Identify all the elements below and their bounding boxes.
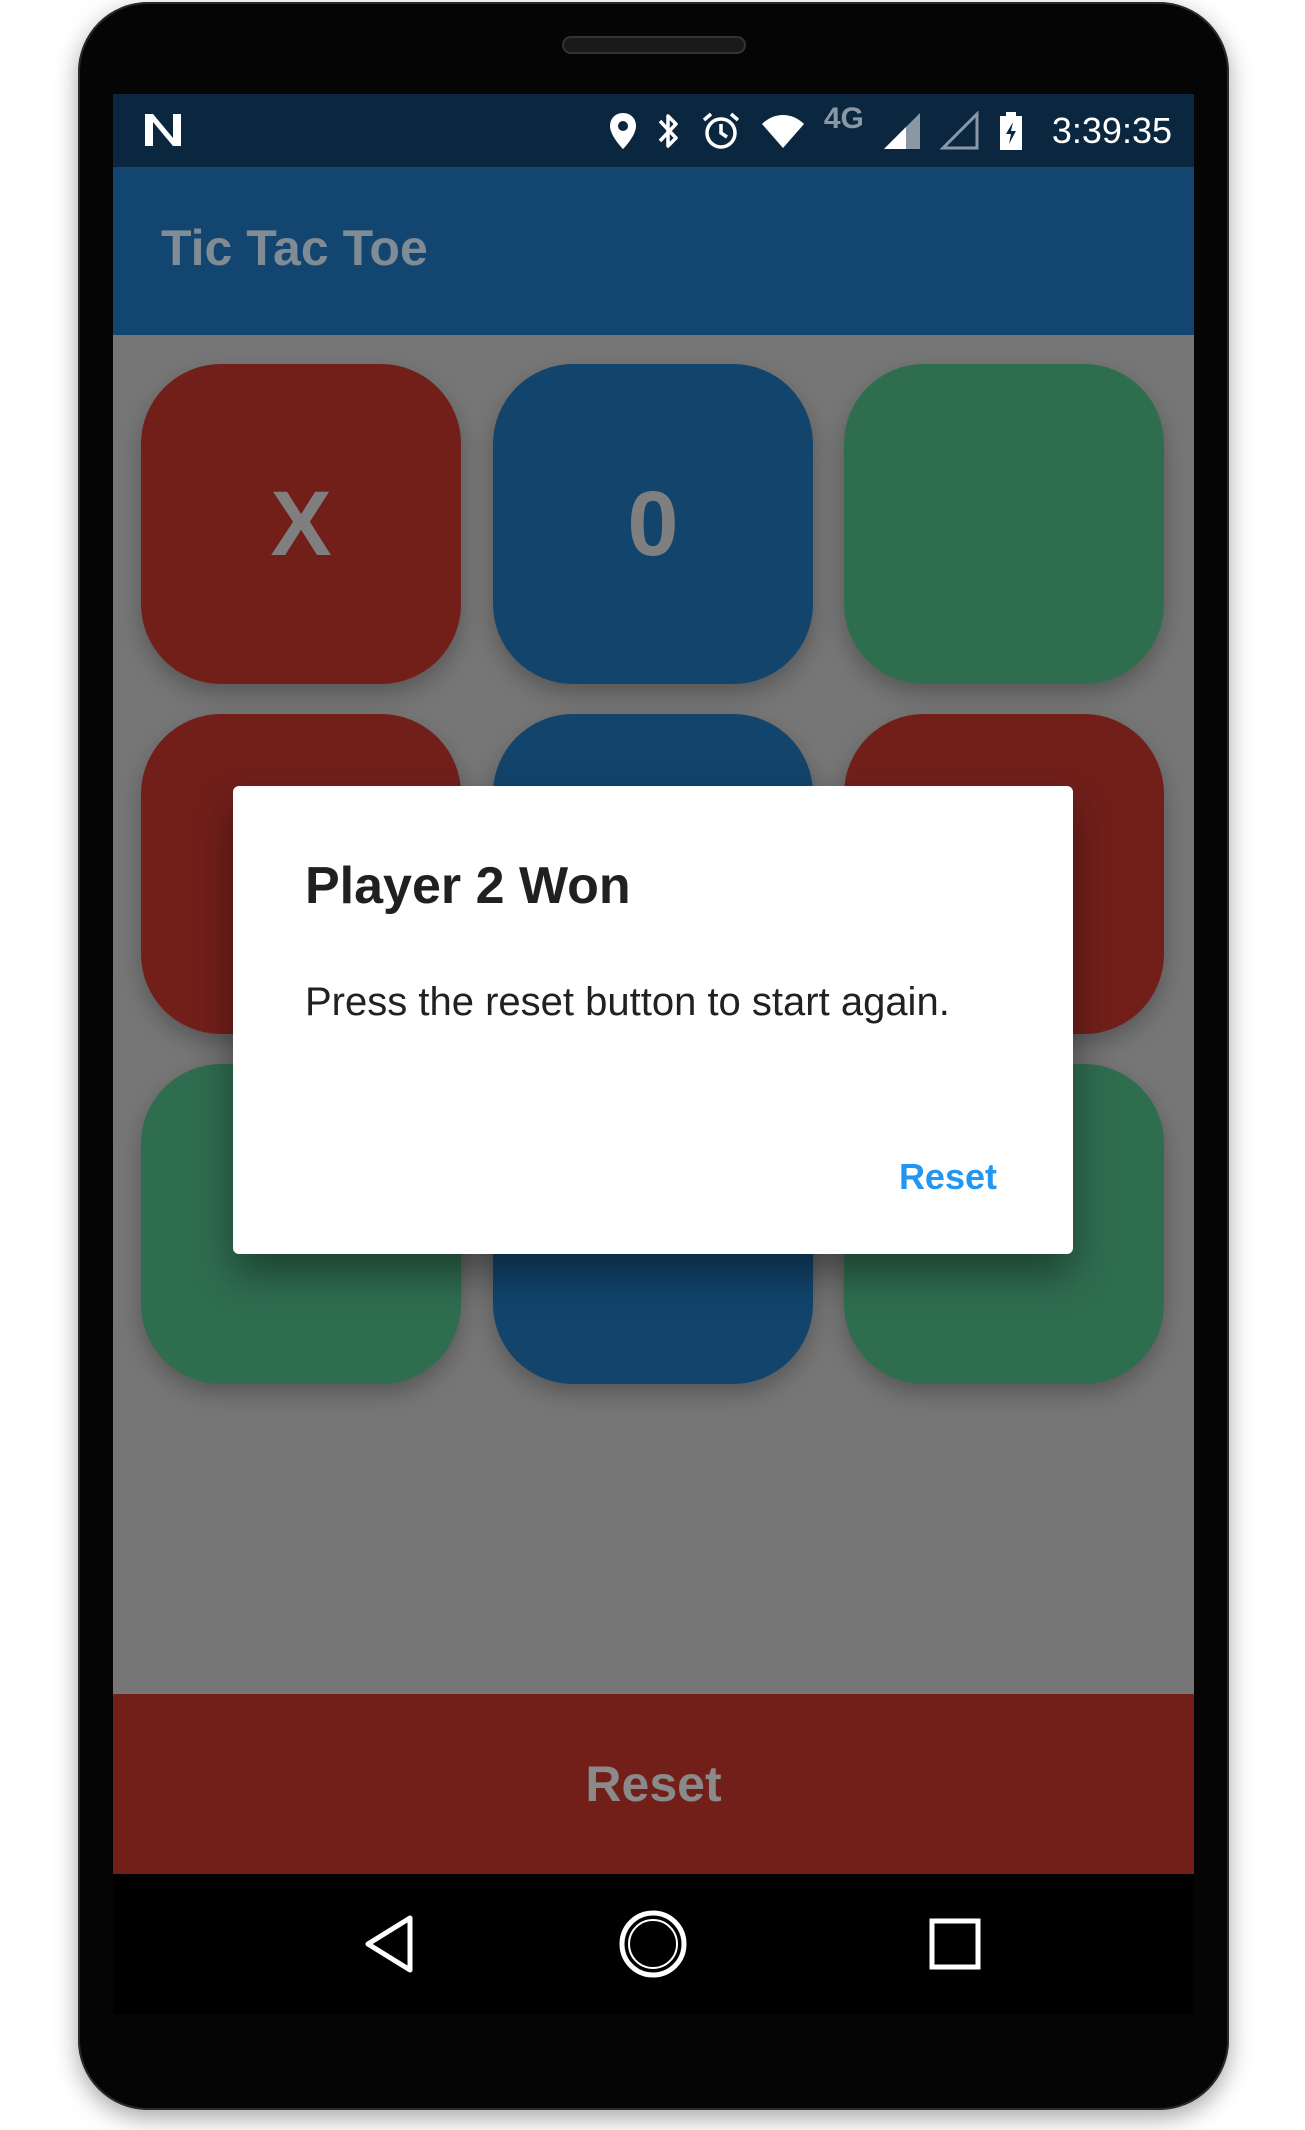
win-dialog: Player 2 Won Press the reset button to s…: [233, 786, 1073, 1254]
home-icon[interactable]: [603, 1894, 703, 1994]
phone-frame: 4G 3:39:35 Tic Tac Toe X 0 Reset Player …: [78, 2, 1229, 2110]
back-icon[interactable]: [340, 1894, 440, 1994]
recents-icon[interactable]: [905, 1894, 1005, 1994]
navigation-bar: [113, 1874, 1194, 2014]
dialog-reset-button[interactable]: Reset: [899, 1156, 997, 1198]
earpiece-speaker: [562, 36, 746, 54]
dialog-message: Press the reset button to start again.: [305, 980, 950, 1024]
dialog-title: Player 2 Won: [305, 857, 631, 915]
screen: 4G 3:39:35 Tic Tac Toe X 0 Reset Player …: [113, 94, 1194, 1874]
